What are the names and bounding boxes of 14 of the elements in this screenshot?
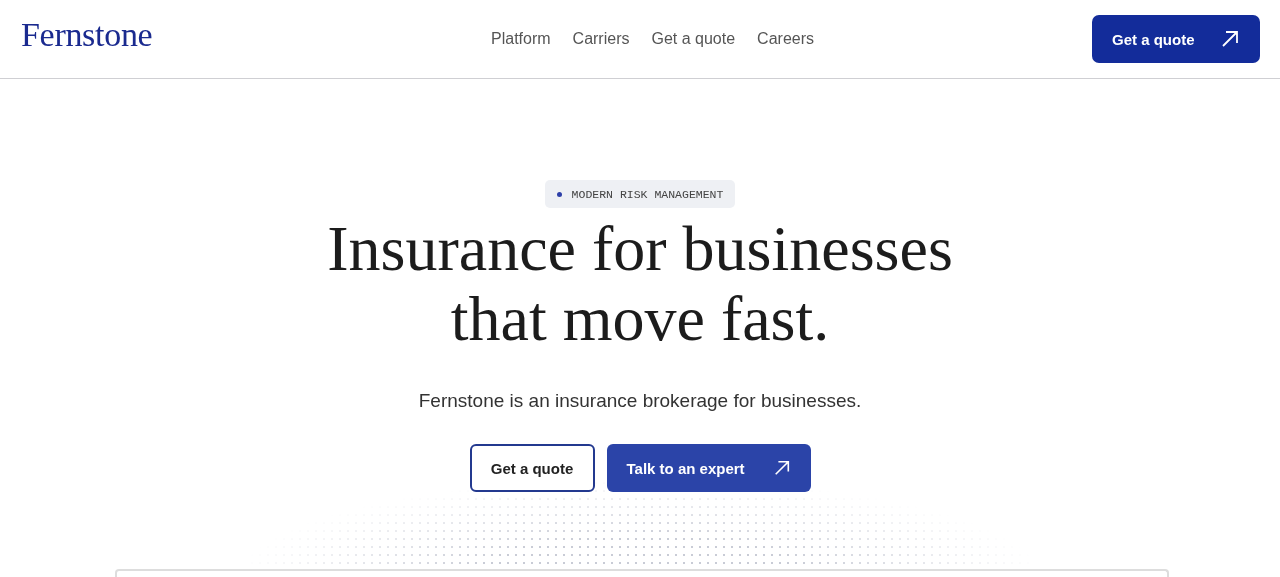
quote-button[interactable]: Get a quote [469,444,595,492]
arrow-icon [772,459,791,477]
nav-link[interactable]: Get a quote [651,30,736,48]
arrow-icon [1220,29,1240,49]
nav-link[interactable]: Platform [491,30,551,48]
expert-button[interactable]: Talk to an expert [606,444,811,492]
nav-link[interactable]: Carriers [572,30,630,48]
header-quote-button[interactable]: Get a quote [1092,15,1260,63]
nav-link[interactable]: Careers [757,30,814,48]
badge-text: MODERN RISK MANAGEMENT [571,187,724,201]
headline: Insurance for businesses that move fast. [326,214,954,354]
logo[interactable]: Fernstone [21,16,153,54]
subtitle: Fernstone is an insurance brokerage for businesses. [418,390,862,412]
dot-icon [556,191,562,197]
